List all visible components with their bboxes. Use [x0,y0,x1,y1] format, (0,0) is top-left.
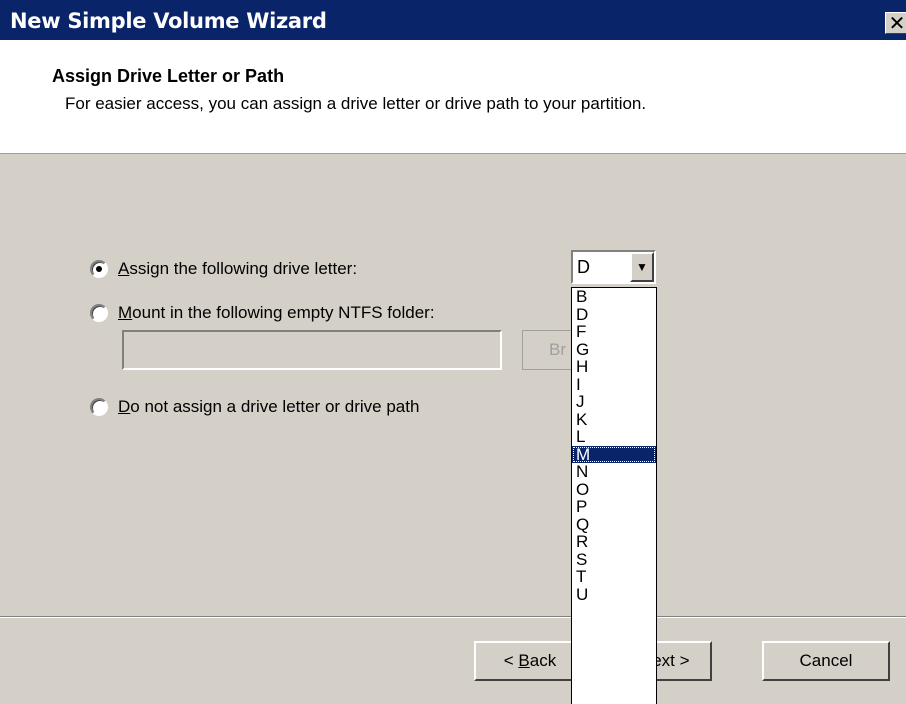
combo-value: D [577,257,590,277]
page-subtitle: For easier access, you can assign a driv… [65,94,647,113]
radio-label: Do not assign a drive letter or drive pa… [118,397,420,416]
chevron-down-icon[interactable]: ▼ [630,252,654,282]
dropdown-item[interactable]: D [572,305,656,324]
radio-label: Assign the following drive letter: [118,259,358,278]
close-icon: ✕ [888,11,906,35]
dropdown-item[interactable]: F [572,323,656,341]
button-separator [0,616,906,618]
radio-label: Mount in the following empty NTFS folder… [118,303,435,322]
dropdown-item[interactable]: B [572,288,656,306]
dropdown-item[interactable]: R [572,533,656,551]
window-title: New Simple Volume Wizard [10,9,327,33]
wizard-body [0,154,906,704]
title-bar: New Simple Volume Wizard [0,0,906,40]
drive-letter-dropdown-list[interactable]: BDFGHIJKLMNOPQRSTU [571,287,657,704]
radio-button[interactable] [90,304,108,322]
dropdown-item[interactable]: T [572,568,656,586]
dropdown-item[interactable]: Q [572,515,656,534]
close-button[interactable]: ✕ [885,12,906,34]
folder-path-input [122,330,502,370]
dropdown-item[interactable]: P [572,498,656,516]
back-button[interactable]: < Back [474,641,586,681]
dropdown-item[interactable]: M [572,445,656,463]
dropdown-item[interactable]: O [572,480,656,499]
drive-letter-combo[interactable]: D ▼ [571,250,656,284]
dropdown-item[interactable]: G [572,340,656,359]
radio-button[interactable] [90,260,108,278]
dropdown-item[interactable]: I [572,375,656,394]
page-title: Assign Drive Letter or Path [52,66,285,86]
radio-button[interactable] [90,398,108,416]
radio-no-assign[interactable]: Do not assign a drive letter or drive pa… [90,397,419,417]
dropdown-item[interactable]: K [572,410,656,429]
dropdown-item[interactable]: N [572,463,656,481]
dropdown-item[interactable]: J [572,393,656,411]
dropdown-item[interactable]: S [572,550,656,569]
wizard-header: Assign Drive Letter or Path For easier a… [0,40,906,154]
dropdown-item[interactable]: U [572,585,656,604]
radio-mount-folder[interactable]: Mount in the following empty NTFS folder… [90,303,435,323]
dropdown-item[interactable]: L [572,428,656,446]
cancel-button[interactable]: Cancel [762,641,890,681]
dropdown-item[interactable]: H [572,358,656,376]
radio-assign-letter[interactable]: Assign the following drive letter: [90,259,357,279]
